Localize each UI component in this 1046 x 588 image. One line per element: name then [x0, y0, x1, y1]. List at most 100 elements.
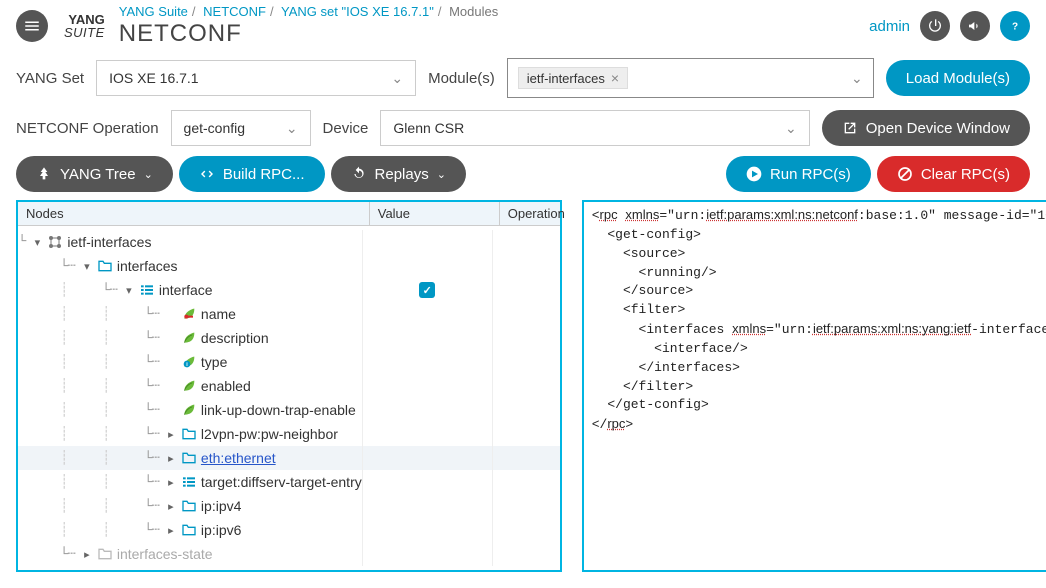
hamburger-icon — [23, 17, 41, 35]
chevron-down-icon: ⌄ — [851, 70, 863, 87]
help-icon: ? — [1007, 18, 1023, 34]
tree-label: l2vpn-pw:pw-neighbor — [201, 426, 338, 442]
open-device-window-button[interactable]: Open Device Window — [822, 110, 1030, 146]
chevron-down-icon: ⌄ — [144, 168, 153, 181]
tree-row[interactable]: └┄▸ interfaces-state — [18, 542, 560, 566]
tree-label: type — [201, 354, 227, 370]
col-operation[interactable]: Operation — [500, 202, 560, 225]
leaf-icon — [181, 378, 197, 394]
module-chip[interactable]: ietf-interfaces × — [518, 67, 628, 89]
menu-button[interactable] — [16, 10, 48, 42]
breadcrumb: YANG Suite/ NETCONF/ YANG set "IOS XE 16… — [119, 4, 498, 19]
external-window-icon — [842, 120, 858, 136]
folderO-icon — [97, 258, 113, 274]
tree-row[interactable]: ┊ ┊ └┄▸ eth:ethernet — [18, 446, 560, 470]
modules-label: Module(s) — [428, 70, 495, 87]
announce-button[interactable] — [960, 11, 990, 41]
leaf-icon — [181, 330, 197, 346]
breadcrumb-current: Modules — [449, 4, 498, 19]
tree-row[interactable]: └┄▾ interfaces — [18, 254, 560, 278]
checkbox-checked[interactable] — [419, 282, 435, 298]
folderG-icon — [97, 546, 113, 562]
tree-label[interactable]: eth:ethernet — [201, 450, 276, 466]
tree-row[interactable]: ┊ ┊ └┄ name — [18, 302, 560, 326]
toggle-icon[interactable]: ▾ — [31, 236, 43, 249]
key-icon — [181, 306, 197, 322]
folderO-icon — [181, 522, 197, 538]
tree-label: interfaces — [117, 258, 178, 274]
tree-label: ip:ipv6 — [201, 522, 241, 538]
tree-label: enabled — [201, 378, 251, 394]
yang-set-label: YANG Set — [16, 70, 84, 87]
help-button[interactable]: ? — [1000, 11, 1030, 41]
tree-label: ietf-interfaces — [67, 234, 151, 250]
prohibit-icon — [897, 166, 913, 182]
tree-label: target:diffserv-target-entry — [201, 474, 362, 490]
tree-row[interactable]: ┊ ┊ └┄ link-up-down-trap-enable — [18, 398, 560, 422]
tree-row[interactable]: ┊ ┊ └┄▸ ip:ipv4 — [18, 494, 560, 518]
folderO-icon — [181, 450, 197, 466]
tree-label: description — [201, 330, 269, 346]
tree-row[interactable]: ┊ └┄▾ interface — [18, 278, 560, 302]
tree-label: ip:ipv4 — [201, 498, 241, 514]
tree-row[interactable]: ┊ ┊ └┄▸ ip:ipv6 — [18, 518, 560, 542]
tree-label: interfaces-state — [117, 546, 213, 562]
tree-icon — [36, 166, 52, 182]
info-icon: i — [181, 354, 197, 370]
load-modules-button[interactable]: Load Module(s) — [886, 60, 1030, 96]
toggle-icon[interactable]: ▾ — [81, 260, 93, 273]
admin-link[interactable]: admin — [869, 18, 910, 35]
page-title: NETCONF — [119, 20, 498, 48]
breadcrumb-item[interactable]: YANG Suite — [119, 4, 188, 19]
tree-row[interactable]: ┊ ┊ └┄▸ l2vpn-pw:pw-neighbor — [18, 422, 560, 446]
folderO-icon — [181, 426, 197, 442]
device-select[interactable]: Glenn CSR ⌄ — [380, 110, 809, 146]
rpc-xml-content[interactable]: <rpc xmlns="urn:ietf:params:xml:ns:netco… — [584, 202, 1046, 439]
brand-logo: YANG SUITE — [64, 13, 105, 39]
tree-row[interactable]: ┊ ┊ └┄▸ target:diffserv-target-entry — [18, 470, 560, 494]
folderO-icon — [181, 498, 197, 514]
yang-tree-button[interactable]: YANG Tree ⌄ — [16, 156, 173, 192]
yang-set-select[interactable]: IOS XE 16.7.1 ⌄ — [96, 60, 416, 96]
rpc-panel: <rpc xmlns="urn:ietf:params:xml:ns:netco… — [582, 200, 1046, 572]
run-rpc-button[interactable]: Run RPC(s) — [726, 156, 871, 192]
list-icon — [139, 282, 155, 298]
leaf-icon — [181, 402, 197, 418]
chevron-down-icon: ⌄ — [437, 168, 446, 181]
breadcrumb-item[interactable]: YANG set "IOS XE 16.7.1" — [281, 4, 434, 19]
toggle-icon[interactable]: ▸ — [165, 428, 177, 441]
breadcrumb-item[interactable]: NETCONF — [203, 4, 266, 19]
tree-header: Nodes Value Operation — [18, 202, 560, 226]
col-nodes[interactable]: Nodes — [18, 202, 370, 225]
toggle-icon[interactable]: ▸ — [81, 548, 93, 561]
device-label: Device — [323, 120, 369, 137]
code-icon — [199, 166, 215, 182]
toggle-icon[interactable]: ▸ — [165, 476, 177, 489]
module-icon — [47, 234, 63, 250]
megaphone-icon — [967, 18, 983, 34]
tree-row[interactable]: └▾ ietf-interfaces — [18, 230, 560, 254]
play-icon — [746, 166, 762, 182]
refresh-icon — [351, 166, 367, 182]
chevron-down-icon: ⌄ — [391, 70, 403, 87]
netconf-op-select[interactable]: get-config ⌄ — [171, 110, 311, 146]
toggle-icon[interactable]: ▸ — [165, 500, 177, 513]
tree-row[interactable]: ┊ ┊ └┄i type — [18, 350, 560, 374]
toggle-icon[interactable]: ▾ — [123, 284, 135, 297]
tree-panel: Nodes Value Operation └▾ ietf-interfaces… — [16, 200, 562, 572]
tree-row[interactable]: ┊ ┊ └┄ description — [18, 326, 560, 350]
toggle-icon[interactable]: ▸ — [165, 524, 177, 537]
build-rpc-button[interactable]: Build RPC... — [179, 156, 325, 192]
replays-button[interactable]: Replays ⌄ — [331, 156, 466, 192]
logout-button[interactable] — [920, 11, 950, 41]
chevron-down-icon: ⌄ — [785, 120, 797, 137]
power-icon — [927, 18, 943, 34]
col-value[interactable]: Value — [370, 202, 500, 225]
toggle-icon[interactable]: ▸ — [165, 452, 177, 465]
modules-input[interactable]: ietf-interfaces × ⌄ — [507, 58, 874, 98]
tree-label: name — [201, 306, 236, 322]
netconf-op-label: NETCONF Operation — [16, 120, 159, 137]
clear-rpc-button[interactable]: Clear RPC(s) — [877, 156, 1030, 192]
chip-remove-icon[interactable]: × — [611, 70, 619, 86]
tree-row[interactable]: ┊ ┊ └┄ enabled — [18, 374, 560, 398]
